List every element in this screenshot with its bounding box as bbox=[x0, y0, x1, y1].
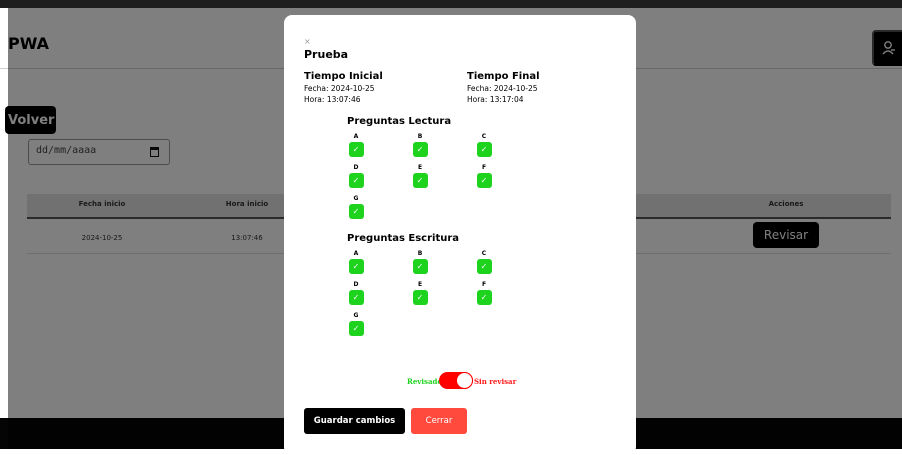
question-letter: E bbox=[417, 281, 423, 288]
close-button[interactable]: Cerrar bbox=[411, 408, 467, 434]
question-item: B ✓ bbox=[412, 133, 428, 157]
check-icon[interactable]: ✓ bbox=[412, 142, 428, 157]
check-icon[interactable]: ✓ bbox=[348, 204, 364, 219]
question-item: G ✓ bbox=[348, 312, 364, 336]
check-icon[interactable]: ✓ bbox=[476, 142, 492, 157]
question-item: D ✓ bbox=[348, 281, 364, 305]
final-time: Hora: 13:17:04 bbox=[467, 95, 524, 104]
check-icon[interactable]: ✓ bbox=[412, 290, 428, 305]
question-item: G ✓ bbox=[348, 195, 364, 219]
check-icon[interactable]: ✓ bbox=[348, 290, 364, 305]
question-letter: E bbox=[417, 164, 423, 171]
question-letter: D bbox=[353, 164, 359, 171]
question-letter: C bbox=[481, 250, 487, 257]
question-letter: G bbox=[353, 195, 359, 202]
question-item: C ✓ bbox=[476, 133, 492, 157]
check-icon[interactable]: ✓ bbox=[412, 259, 428, 274]
check-icon[interactable]: ✓ bbox=[348, 173, 364, 188]
modal-title: Prueba bbox=[304, 48, 349, 61]
question-letter: F bbox=[481, 164, 487, 171]
check-icon[interactable]: ✓ bbox=[476, 173, 492, 188]
initial-date: Fecha: 2024-10-25 bbox=[304, 84, 375, 93]
question-item: A ✓ bbox=[348, 250, 364, 274]
question-letter: A bbox=[353, 250, 359, 257]
question-item: E ✓ bbox=[412, 164, 428, 188]
check-icon[interactable]: ✓ bbox=[476, 259, 492, 274]
top-edge-bar bbox=[0, 0, 902, 8]
question-item: D ✓ bbox=[348, 164, 364, 188]
save-changes-button[interactable]: Guardar cambios bbox=[304, 408, 405, 434]
initial-time-heading: Tiempo Inicial bbox=[304, 71, 383, 82]
question-item: A ✓ bbox=[348, 133, 364, 157]
check-icon[interactable]: ✓ bbox=[348, 321, 364, 336]
check-icon[interactable]: ✓ bbox=[348, 142, 364, 157]
question-item: E ✓ bbox=[412, 281, 428, 305]
question-item: F ✓ bbox=[476, 281, 492, 305]
check-icon[interactable]: ✓ bbox=[412, 173, 428, 188]
writing-questions-title: Preguntas Escritura bbox=[347, 233, 460, 244]
question-item: C ✓ bbox=[476, 250, 492, 274]
review-toggle[interactable] bbox=[439, 372, 473, 389]
toggle-knob bbox=[456, 372, 473, 389]
initial-time-block: Tiempo Inicial Fecha: 2024-10-25 Hora: 1… bbox=[304, 70, 383, 105]
reading-questions-title: Preguntas Lectura bbox=[347, 116, 452, 127]
final-time-heading: Tiempo Final bbox=[467, 71, 540, 82]
close-icon[interactable]: × bbox=[304, 38, 311, 46]
question-letter: A bbox=[353, 133, 359, 140]
check-icon[interactable]: ✓ bbox=[476, 290, 492, 305]
question-letter: D bbox=[353, 281, 359, 288]
question-letter: F bbox=[481, 281, 487, 288]
question-letter: G bbox=[353, 312, 359, 319]
final-time-block: Tiempo Final Fecha: 2024-10-25 Hora: 13:… bbox=[467, 70, 540, 105]
review-status-row: Revisado Sin revisar bbox=[404, 372, 644, 389]
question-item: F ✓ bbox=[476, 164, 492, 188]
check-icon[interactable]: ✓ bbox=[348, 259, 364, 274]
question-letter: B bbox=[417, 133, 423, 140]
question-letter: C bbox=[481, 133, 487, 140]
initial-time: Hora: 13:07:46 bbox=[304, 95, 361, 104]
final-date: Fecha: 2024-10-25 bbox=[467, 84, 538, 93]
question-item: B ✓ bbox=[412, 250, 428, 274]
review-modal: × Prueba Tiempo Inicial Fecha: 2024-10-2… bbox=[284, 15, 636, 455]
reviewed-label: Revisado bbox=[407, 377, 443, 386]
not-reviewed-label: Sin revisar bbox=[474, 377, 517, 386]
question-letter: B bbox=[417, 250, 423, 257]
